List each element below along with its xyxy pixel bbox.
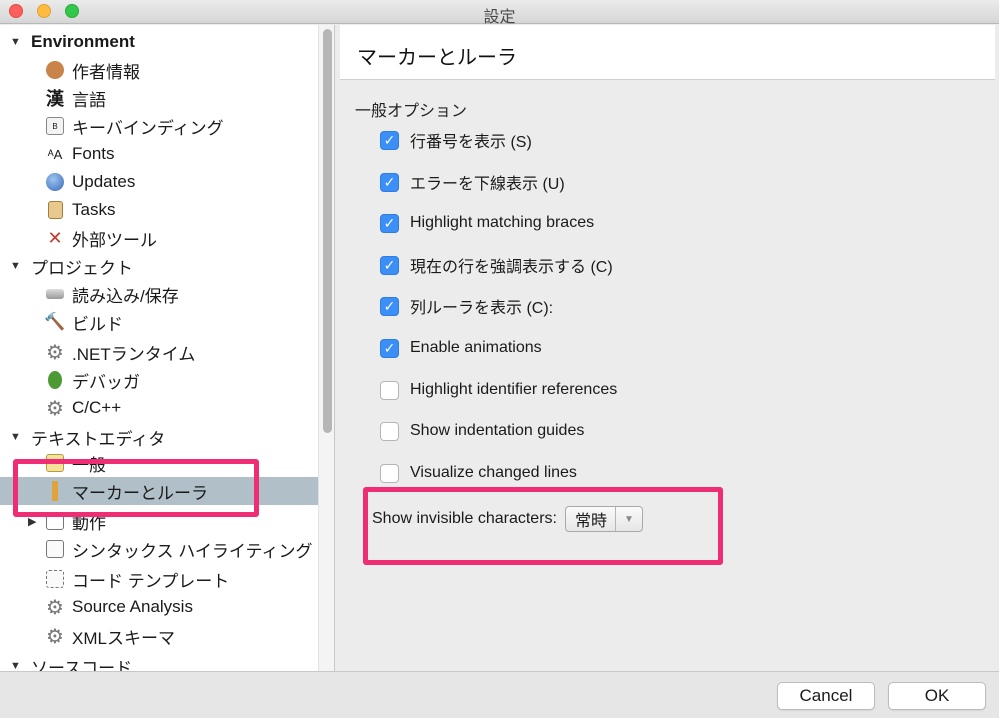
gear-icon: ⚙ [46, 397, 64, 420]
disclosure-expanded-icon[interactable]: ▼ [10, 660, 21, 671]
sidebar-item-build[interactable]: 🔨 ビルド [0, 308, 318, 336]
gear-icon: ⚙ [46, 341, 64, 364]
option-highlight-identifier-references[interactable]: Highlight identifier references [380, 379, 617, 401]
tree-category-text-editor[interactable]: ▼ テキストエディタ [0, 423, 318, 451]
title-bar: 設定 [0, 0, 999, 26]
checkbox-unchecked-icon[interactable] [380, 380, 399, 400]
option-show-line-numbers[interactable]: ✓ 行番号を表示 (S) [380, 129, 532, 151]
ok-button[interactable]: OK [888, 682, 986, 710]
sidebar-item-language[interactable]: 漢 言語 [0, 84, 318, 112]
section-title: 一般オプション [355, 103, 468, 120]
sidebar-item-keybinding[interactable]: B キーバインディング [0, 112, 318, 140]
sidebar-item-xml-schema[interactable]: ⚙ XMLスキーマ [0, 622, 318, 650]
tree-category-source-code[interactable]: ▼ ソースコード [0, 652, 318, 672]
sidebar-item-tasks[interactable]: Tasks [0, 196, 318, 224]
annotation-highlight-box [363, 487, 723, 565]
tree-category-project[interactable]: ▼ プロジェクト [0, 252, 318, 280]
sidebar-item-dotnet-runtime[interactable]: ⚙ .NETランタイム [0, 338, 318, 366]
settings-panel: マーカーとルーラ 一般オプション ✓ 行番号を表示 (S) ✓ エラーを下線表示… [340, 25, 999, 671]
checkbox-unchecked-icon[interactable] [380, 421, 399, 441]
checkbox-checked-icon[interactable]: ✓ [380, 296, 399, 316]
settings-sidebar: ▼ Environment 作者情報 漢 言語 B キーバインディング ᴬA F… [0, 25, 335, 671]
gear-icon: ⚙ [46, 596, 64, 619]
option-enable-animations[interactable]: ✓ Enable animations [380, 337, 542, 359]
option-show-indentation-guides[interactable]: Show indentation guides [380, 420, 584, 442]
sidebar-item-code-templates[interactable]: コード テンプレート [0, 565, 318, 593]
gear-icon: ⚙ [46, 625, 64, 648]
clipboard-icon [44, 199, 66, 221]
sidebar-item-load-save[interactable]: 読み込み/保存 [0, 280, 318, 308]
fonts-icon: ᴬA [47, 146, 63, 162]
disclosure-expanded-icon[interactable]: ▼ [10, 431, 21, 443]
option-highlight-matching-braces[interactable]: ✓ Highlight matching braces [380, 212, 594, 234]
sidebar-item-author[interactable]: 作者情報 [0, 56, 318, 84]
tools-icon: ✕ [47, 227, 63, 248]
globe-update-icon [44, 171, 66, 193]
checkbox-checked-icon[interactable]: ✓ [380, 255, 399, 275]
disclosure-expanded-icon[interactable]: ▼ [10, 260, 21, 272]
cancel-button[interactable]: Cancel [777, 682, 875, 710]
sidebar-item-fonts[interactable]: ᴬA Fonts [0, 140, 318, 168]
sidebar-item-source-analysis[interactable]: ⚙ Source Analysis [0, 593, 318, 621]
sidebar-item-debugger[interactable]: デバッガ [0, 366, 318, 394]
window-title: 設定 [483, 9, 516, 26]
option-visualize-changed-lines[interactable]: Visualize changed lines [380, 462, 577, 484]
template-document-icon [44, 568, 66, 590]
dialog-footer: Cancel OK [0, 671, 999, 718]
checkbox-checked-icon[interactable]: ✓ [380, 172, 399, 192]
syntax-document-icon [44, 538, 66, 560]
tree-category-environment[interactable]: ▼ Environment [0, 28, 318, 56]
checkbox-checked-icon[interactable]: ✓ [380, 213, 399, 233]
scrollbar-thumb[interactable] [323, 29, 332, 433]
bug-icon [44, 369, 66, 391]
hammer-icon: 🔨 [44, 312, 66, 331]
monkey-icon [44, 59, 66, 81]
sidebar-item-cpp[interactable]: ⚙ C/C++ [0, 394, 318, 422]
sidebar-scrollbar[interactable] [318, 25, 334, 671]
checkbox-unchecked-icon[interactable] [380, 463, 399, 483]
checkbox-checked-icon[interactable]: ✓ [380, 338, 399, 358]
keyboard-key-icon: B [44, 115, 66, 137]
sidebar-item-syntax-highlighting[interactable]: シンタックス ハイライティング [0, 535, 318, 563]
drive-icon [44, 283, 66, 305]
panel-header: マーカーとルーラ [340, 25, 995, 80]
disclosure-expanded-icon[interactable]: ▼ [10, 36, 21, 48]
checkbox-checked-icon[interactable]: ✓ [380, 130, 399, 150]
option-underline-errors[interactable]: ✓ エラーを下線表示 (U) [380, 171, 565, 193]
sidebar-item-updates[interactable]: Updates [0, 168, 318, 196]
sidebar-item-external-tools[interactable]: ✕ 外部ツール [0, 224, 318, 252]
annotation-highlight-box [13, 459, 259, 517]
kanji-icon: 漢 [46, 89, 64, 109]
option-show-column-ruler[interactable]: ✓ 列ルーラを表示 (C): [380, 295, 553, 317]
option-highlight-current-line[interactable]: ✓ 現在の行を強調表示する (C) [380, 254, 613, 276]
panel-title: マーカーとルーラ [357, 47, 517, 69]
